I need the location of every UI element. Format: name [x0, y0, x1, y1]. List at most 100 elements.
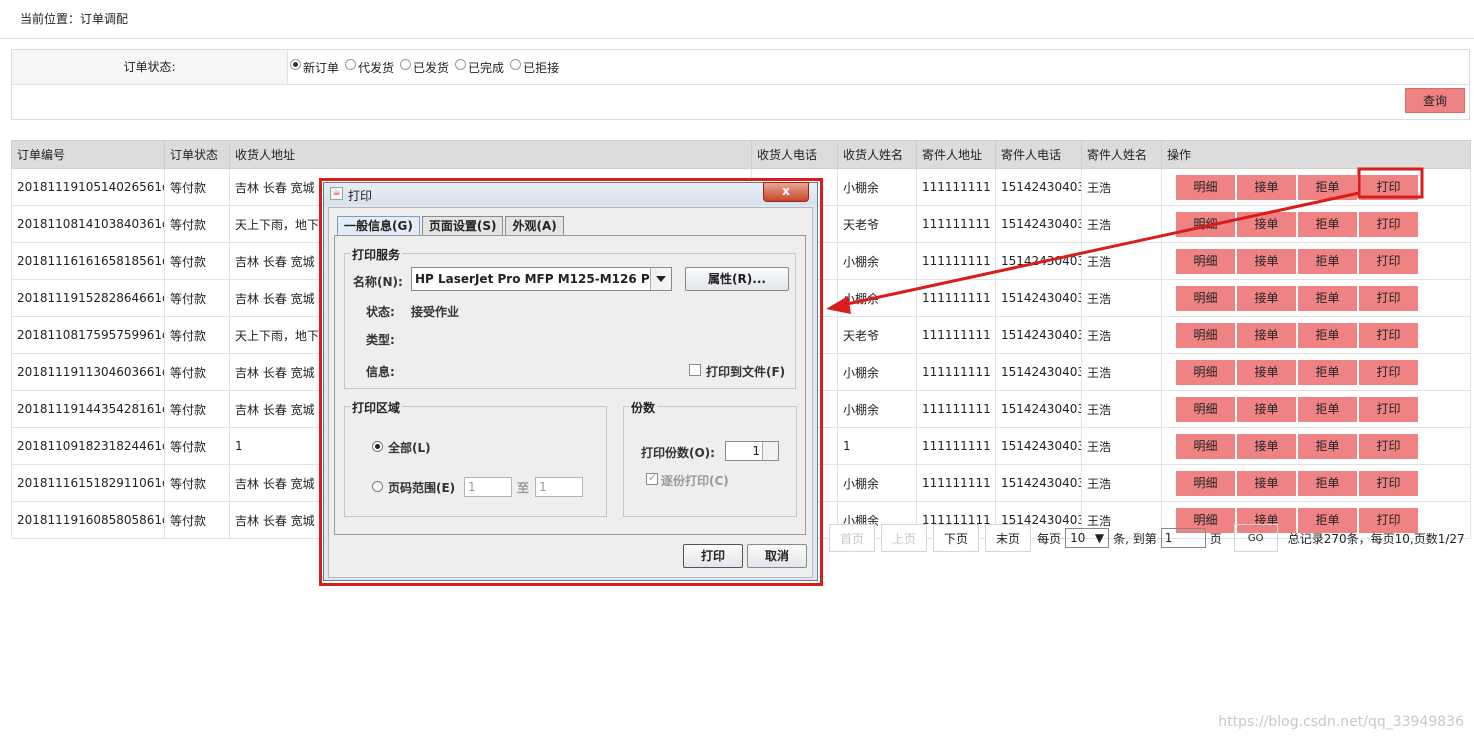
print-row-button[interactable]: 打印: [1359, 174, 1418, 200]
detail-button[interactable]: 明细: [1176, 470, 1235, 496]
print-row-button[interactable]: 打印: [1359, 396, 1418, 422]
radio-shipped[interactable]: 已发货: [400, 59, 449, 76]
print-service-group: 打印服务 名称(N): HP LaserJet Pro MFP M125-M12…: [344, 246, 796, 389]
cell-sender-address: 111111111: [916, 279, 996, 317]
reject-button[interactable]: 拒单: [1298, 174, 1357, 200]
reject-button[interactable]: 拒单: [1298, 470, 1357, 496]
copies-spinner[interactable]: 1: [725, 441, 779, 461]
print-row-button[interactable]: 打印: [1359, 248, 1418, 274]
pagination-summary: 总记录270条，每页10,页数1/27: [1287, 531, 1465, 546]
close-icon[interactable]: x: [763, 182, 809, 202]
tab-general[interactable]: 一般信息(G): [337, 216, 420, 235]
cancel-button[interactable]: 取消: [747, 544, 807, 568]
detail-button[interactable]: 明细: [1176, 433, 1235, 459]
order-status-label: 订单状态:: [12, 50, 288, 84]
reject-button[interactable]: 拒单: [1298, 322, 1357, 348]
reject-button[interactable]: 拒单: [1298, 285, 1357, 311]
next-page-button[interactable]: 下页: [933, 524, 980, 552]
cell-sender-name: 王浩: [1081, 168, 1162, 206]
last-page-button[interactable]: 末页: [985, 524, 1032, 552]
per-page-value: 10: [1070, 531, 1086, 545]
detail-button[interactable]: 明细: [1176, 322, 1235, 348]
cell-order-status: 等付款: [164, 279, 230, 317]
accept-button[interactable]: 接单: [1237, 396, 1296, 422]
print-row-button[interactable]: 打印: [1359, 322, 1418, 348]
cell-order-status: 等付款: [164, 205, 230, 243]
per-page-select[interactable]: 10 ▼: [1065, 528, 1110, 548]
tab-page-setup[interactable]: 页面设置(S): [421, 216, 504, 235]
cell-sender-address: 111111111: [916, 168, 996, 206]
print-row-button[interactable]: 打印: [1359, 211, 1418, 237]
radio-rejected[interactable]: 已拒接: [510, 59, 559, 76]
spinner-arrows-icon[interactable]: [762, 442, 778, 460]
print-row-button[interactable]: 打印: [1359, 359, 1418, 385]
radio-completed-circle[interactable]: [455, 59, 467, 70]
range-from-input[interactable]: 1: [464, 477, 512, 497]
detail-button[interactable]: 明细: [1176, 211, 1235, 237]
printer-select[interactable]: HP LaserJet Pro MFP M125-M126 PCLmS: [411, 267, 672, 291]
accept-button[interactable]: 接单: [1237, 211, 1296, 237]
properties-button[interactable]: 属性(R)...: [685, 267, 789, 291]
radio-new-order[interactable]: 新订单: [290, 59, 339, 76]
range-all-radio[interactable]: [372, 441, 383, 452]
reject-button[interactable]: 拒单: [1298, 248, 1357, 274]
go-button[interactable]: GO: [1233, 524, 1278, 552]
tab-appearance[interactable]: 外观(A): [505, 216, 564, 235]
radio-completed[interactable]: 已完成: [455, 59, 504, 76]
radio-shipped-label: 已发货: [413, 61, 450, 75]
accept-button[interactable]: 接单: [1237, 359, 1296, 385]
detail-button[interactable]: 明细: [1176, 285, 1235, 311]
cell-order-status: 等付款: [164, 427, 230, 465]
cell-sender-phone: 15142430403: [995, 427, 1082, 465]
accept-button[interactable]: 接单: [1237, 248, 1296, 274]
dialog-titlebar[interactable]: ☕ 打印 x: [324, 182, 817, 205]
search-button[interactable]: 查询: [1405, 88, 1465, 113]
radio-new-order-circle[interactable]: [290, 59, 301, 70]
cell-sender-address: 111111111: [916, 205, 996, 243]
chevron-down-icon[interactable]: [650, 268, 671, 290]
col-sender-address: 寄件人地址: [916, 140, 996, 169]
page-number-input[interactable]: 1: [1160, 528, 1206, 548]
detail-button[interactable]: 明细: [1176, 174, 1235, 200]
radio-rejected-circle[interactable]: [510, 59, 522, 70]
range-pages-label: 页码范围(E): [388, 481, 456, 495]
print-row-button[interactable]: 打印: [1359, 470, 1418, 496]
radio-pending-ship-circle[interactable]: [345, 59, 357, 70]
cell-sender-phone: 15142430403: [995, 168, 1082, 206]
cell-order-id: 2018110817595759961d: [11, 316, 165, 354]
accept-button[interactable]: 接单: [1237, 470, 1296, 496]
cell-sender-address: 111111111: [916, 390, 996, 428]
print-row-button[interactable]: 打印: [1359, 285, 1418, 311]
range-to-label: 至: [517, 481, 530, 495]
cell-actions: 明细 接单 拒单 打印: [1161, 168, 1471, 206]
prev-page-button[interactable]: 上页: [881, 524, 928, 552]
radio-pending-ship[interactable]: 代发货: [345, 59, 394, 76]
range-to-input[interactable]: 1: [535, 477, 583, 497]
cell-order-status: 等付款: [164, 168, 230, 206]
cell-recipient-name: 小棚余: [837, 353, 917, 391]
reject-button[interactable]: 拒单: [1298, 396, 1357, 422]
cell-recipient-name: 天老爷: [837, 316, 917, 354]
print-button[interactable]: 打印: [683, 544, 743, 568]
cell-actions: 明细 接单 拒单 打印: [1161, 205, 1471, 243]
range-pages-radio[interactable]: [372, 481, 383, 492]
collate-checkbox[interactable]: [646, 471, 658, 485]
print-to-file-checkbox[interactable]: [689, 364, 701, 376]
first-page-button[interactable]: 首页: [829, 524, 876, 552]
detail-button[interactable]: 明细: [1176, 396, 1235, 422]
radio-shipped-circle[interactable]: [400, 59, 412, 70]
accept-button[interactable]: 接单: [1237, 433, 1296, 459]
accept-button[interactable]: 接单: [1237, 285, 1296, 311]
info-label: 信息:: [366, 365, 395, 379]
col-recipient-address: 收货人地址: [229, 140, 752, 169]
accept-button[interactable]: 接单: [1237, 322, 1296, 348]
detail-button[interactable]: 明细: [1176, 359, 1235, 385]
accept-button[interactable]: 接单: [1237, 174, 1296, 200]
reject-button[interactable]: 拒单: [1298, 433, 1357, 459]
reject-button[interactable]: 拒单: [1298, 359, 1357, 385]
print-row-button[interactable]: 打印: [1359, 433, 1418, 459]
cell-sender-phone: 15142430403: [995, 390, 1082, 428]
reject-button[interactable]: 拒单: [1298, 211, 1357, 237]
detail-button[interactable]: 明细: [1176, 248, 1235, 274]
cell-order-status: 等付款: [164, 353, 230, 391]
